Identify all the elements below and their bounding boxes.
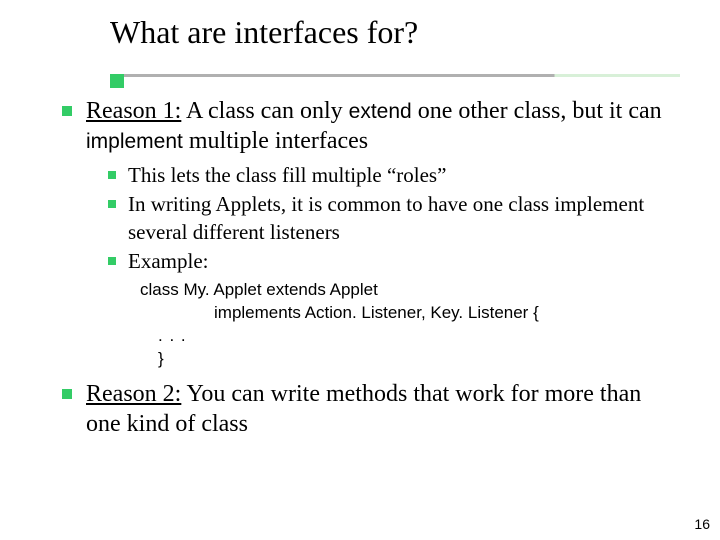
sub-b-text: In writing Applets, it is common to have… bbox=[128, 191, 674, 246]
sub-a-text: This lets the class fill multiple “roles… bbox=[128, 162, 446, 189]
reason-2-text: Reason 2: You can write methods that wor… bbox=[86, 379, 674, 439]
reason-1-pre: A class can only bbox=[181, 98, 348, 124]
title-underline bbox=[110, 74, 680, 77]
code-line-4: } bbox=[158, 348, 674, 371]
sub-bullet-applets: In writing Applets, it is common to have… bbox=[108, 191, 674, 246]
bullet-reason-2: Reason 2: You can write methods that wor… bbox=[62, 379, 674, 439]
bullet-reason-1: Reason 1: A class can only extend one ot… bbox=[62, 96, 674, 156]
sub-bullets: This lets the class fill multiple “roles… bbox=[108, 162, 674, 275]
reason-1-mid: one other class, but it can bbox=[412, 98, 662, 124]
reason-1-text: Reason 1: A class can only extend one ot… bbox=[86, 96, 674, 156]
code-line-3: . . . bbox=[158, 325, 674, 348]
square-bullet-icon bbox=[62, 106, 72, 116]
slide-title: What are interfaces for? bbox=[110, 14, 680, 51]
reason-2-label: Reason 2: bbox=[86, 381, 181, 407]
keyword-extend: extend bbox=[349, 100, 412, 123]
square-bullet-icon bbox=[62, 389, 72, 399]
code-example: class My. Applet extends Applet implemen… bbox=[140, 279, 674, 371]
reason-1-post: multiple interfaces bbox=[183, 128, 368, 154]
page-number: 16 bbox=[694, 516, 710, 532]
square-bullet-icon bbox=[108, 171, 116, 179]
square-bullet-icon bbox=[108, 200, 116, 208]
square-bullet-icon bbox=[108, 257, 116, 265]
sub-c-text: Example: bbox=[128, 248, 208, 275]
sub-bullet-roles: This lets the class fill multiple “roles… bbox=[108, 162, 674, 189]
keyword-implement: implement bbox=[86, 130, 183, 153]
reason-1-label: Reason 1: bbox=[86, 98, 181, 124]
slide: What are interfaces for? Reason 1: A cla… bbox=[0, 0, 720, 540]
title-accent-square-icon bbox=[110, 74, 124, 88]
title-wrap: What are interfaces for? bbox=[110, 14, 680, 51]
code-line-2: implements Action. Listener, Key. Listen… bbox=[214, 302, 674, 325]
slide-body: Reason 1: A class can only extend one ot… bbox=[62, 96, 674, 445]
code-line-1: class My. Applet extends Applet bbox=[140, 279, 674, 302]
sub-bullet-example: Example: bbox=[108, 248, 674, 275]
